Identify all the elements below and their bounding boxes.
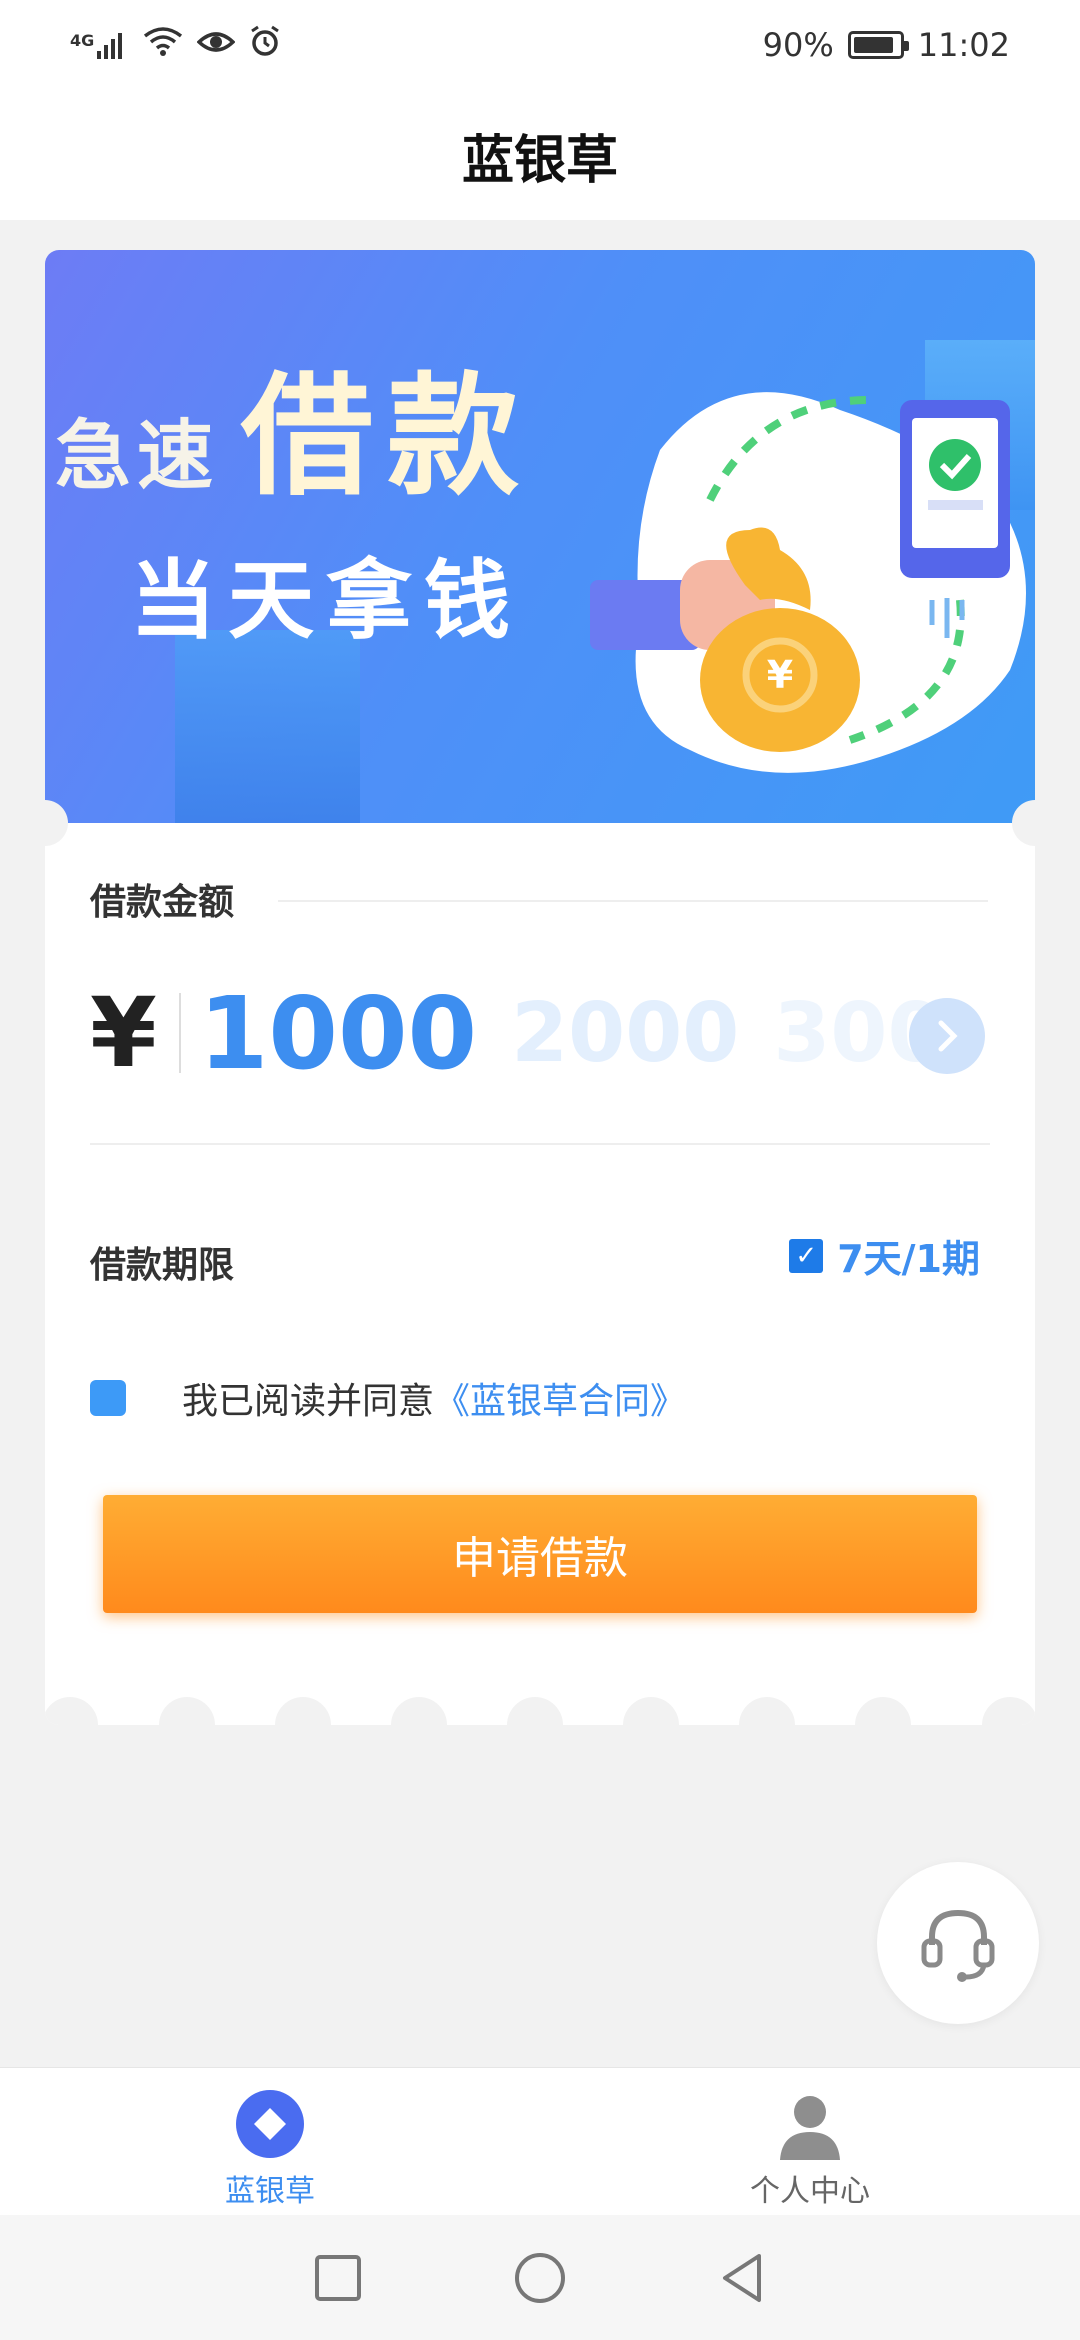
clock: 11:02 — [917, 26, 1010, 64]
promo-banner[interactable]: 急速 借款 当天拿钱 ¥ — [45, 250, 1035, 823]
amount-option-1000[interactable]: 1000 — [199, 975, 477, 1092]
network-type-label: 4G — [70, 31, 95, 50]
money-bag-illustration: ¥ — [590, 392, 1026, 773]
banner-headline-big: 借款 — [241, 360, 533, 514]
card-scalloped-edge — [45, 1697, 1035, 1725]
person-icon — [780, 2096, 840, 2160]
tab-profile-label: 个人中心 — [750, 2174, 870, 2209]
amount-divider — [90, 1143, 990, 1145]
status-icons-left: 4G — [70, 25, 281, 65]
tab-home[interactable]: 蓝银草 — [0, 2068, 540, 2215]
back-triangle-icon[interactable] — [717, 2251, 767, 2305]
loan-card: 急速 借款 当天拿钱 ¥ 借款金额 ¥ 1000 2000 30 借款期限 ✓ … — [45, 250, 1035, 1725]
status-icons-right: 90% 11:02 — [763, 26, 1010, 64]
chevron-right-icon — [938, 1020, 958, 1052]
wifi-icon — [143, 26, 183, 64]
apply-loan-button[interactable]: 申请借款 — [103, 1495, 977, 1613]
svg-text:¥: ¥ — [767, 653, 793, 697]
page-title: 蓝银草 — [461, 130, 618, 191]
banner-subline: 当天拿钱 — [130, 551, 522, 651]
currency-symbol: ¥ — [90, 977, 157, 1089]
next-amount-button[interactable] — [909, 998, 985, 1074]
eye-icon — [196, 26, 236, 64]
amount-label-line — [278, 900, 988, 902]
amount-option-2000[interactable]: 2000 — [511, 986, 739, 1081]
recents-square-icon[interactable] — [313, 2253, 363, 2303]
battery-level — [853, 37, 894, 53]
home-circle-icon[interactable] — [513, 2251, 567, 2305]
contract-link[interactable]: 《蓝银草合同》 — [434, 1372, 686, 1424]
currency-divider — [178, 993, 181, 1073]
agreement-row: 我已阅读并同意 《蓝银草合同》 — [90, 1368, 686, 1428]
system-navigation-bar — [0, 2215, 1080, 2340]
status-bar: 4G 90% 11:02 — [0, 0, 1080, 90]
signal-icon: 4G — [70, 31, 129, 59]
agreement-checkbox[interactable] — [90, 1380, 126, 1416]
term-row: 借款期限 ✓ 7天/1期 — [90, 1228, 990, 1288]
banner-headline-small: 急速 — [55, 411, 219, 500]
tab-home-label: 蓝银草 — [225, 2174, 315, 2209]
banner-headline: 急速 借款 — [55, 330, 533, 521]
app-header: 蓝银草 — [0, 90, 1080, 220]
alarm-icon — [249, 25, 281, 65]
term-option[interactable]: ✓ 7天/1期 — [789, 1228, 980, 1283]
headset-icon — [921, 1909, 995, 1982]
banner-decor-block — [175, 630, 360, 823]
term-label: 借款期限 — [90, 1245, 235, 1286]
term-value-text: 7天/1期 — [837, 1237, 980, 1281]
term-checkbox-checked-icon[interactable]: ✓ — [789, 1238, 824, 1273]
diamond-home-icon — [236, 2090, 304, 2158]
battery-percent: 90% — [762, 26, 834, 64]
battery-icon — [847, 31, 909, 59]
amount-selector[interactable]: ¥ 1000 2000 3000 — [90, 963, 990, 1103]
tab-profile[interactable]: 个人中心 — [540, 2068, 1080, 2215]
agreement-text: 我已阅读并同意 — [182, 1381, 435, 1422]
bottom-tab-bar: 蓝银草 个人中心 — [0, 2067, 1080, 2215]
amount-label: 借款金额 — [90, 882, 235, 923]
customer-service-button[interactable] — [877, 1862, 1039, 2024]
